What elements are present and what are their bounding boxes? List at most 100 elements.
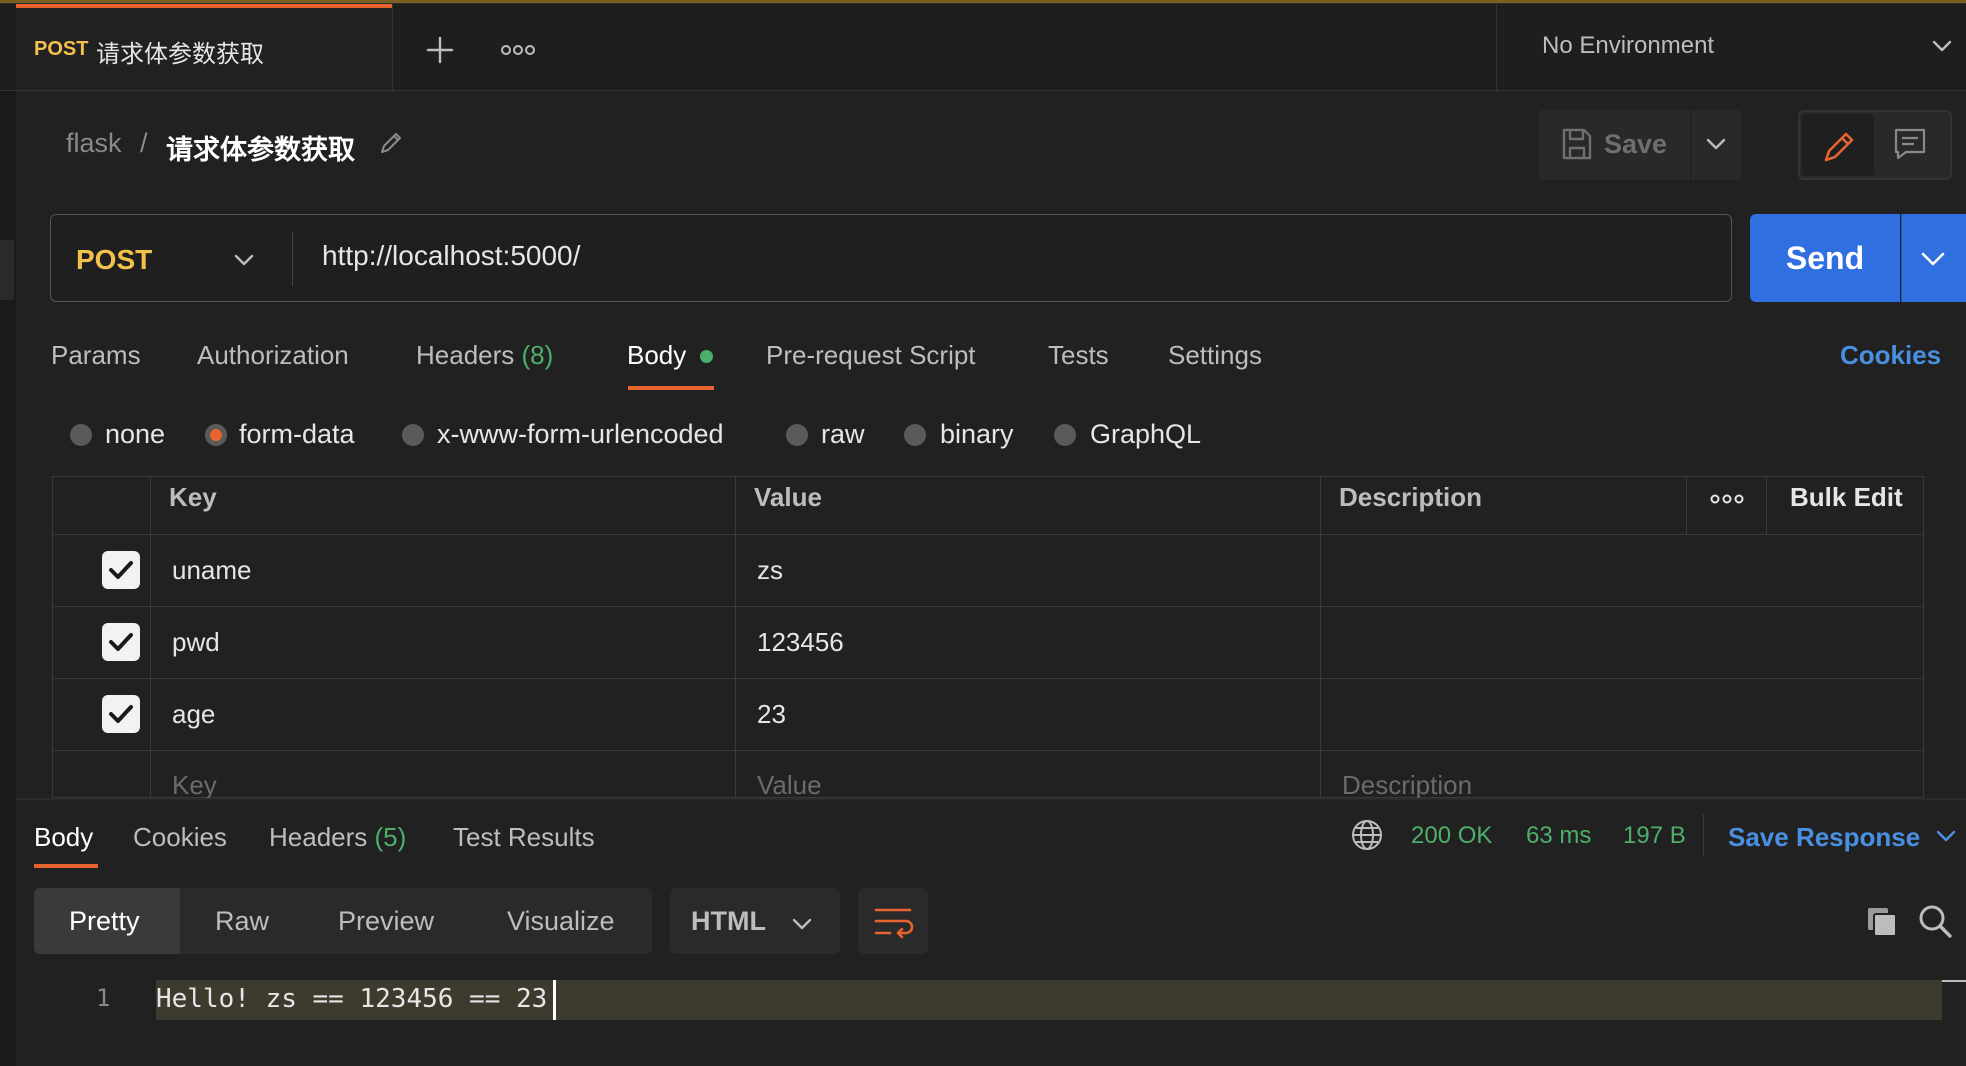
response-size[interactable]: 197 B <box>1623 822 1686 850</box>
scroll-indicator[interactable] <box>1942 980 1966 982</box>
radio-raw-label: raw <box>821 419 865 449</box>
response-tab-body[interactable]: Body <box>34 822 93 853</box>
tab-tests[interactable]: Tests <box>1048 340 1109 371</box>
row-checkbox[interactable] <box>102 551 140 589</box>
checkmark-icon <box>109 705 133 723</box>
table-col-divider <box>1686 476 1687 534</box>
radio-raw[interactable] <box>786 424 808 446</box>
radio-none[interactable] <box>70 424 92 446</box>
pencil-icon[interactable] <box>376 130 404 158</box>
edit-pencil-icon <box>1824 132 1854 162</box>
tab-authorization[interactable]: Authorization <box>197 340 349 371</box>
format-chevron-down-icon <box>790 912 814 936</box>
response-tab-test-results[interactable]: Test Results <box>453 822 595 853</box>
text-caret <box>553 980 556 1020</box>
response-pane-divider[interactable] <box>16 798 1966 800</box>
save-dropdown-chevron-icon[interactable] <box>1704 132 1728 156</box>
tab-headers-count: (8) <box>521 340 554 370</box>
radio-form-data-label: form-data <box>239 419 355 449</box>
response-time[interactable]: 63 ms <box>1526 822 1591 850</box>
url-bar <box>50 214 1732 302</box>
view-preview[interactable]: Preview <box>338 906 434 937</box>
method-select[interactable]: POST <box>76 244 152 276</box>
cookies-link[interactable]: Cookies <box>1840 340 1941 371</box>
tab-body[interactable]: Body <box>627 340 686 371</box>
send-button[interactable]: Send <box>1750 214 1900 302</box>
radio-graphql[interactable] <box>1054 424 1076 446</box>
radio-binary-label: binary <box>940 419 1014 449</box>
plus-icon <box>426 36 454 64</box>
chevron-down-icon[interactable] <box>1930 34 1954 58</box>
response-tab-cookies[interactable]: Cookies <box>133 822 227 853</box>
wrap-lines-icon <box>874 908 914 939</box>
more-horizontal-icon <box>501 45 535 55</box>
row-key[interactable]: pwd <box>172 627 220 658</box>
wrap-lines-button[interactable] <box>858 888 928 954</box>
globe-icon[interactable] <box>1350 818 1384 852</box>
response-tab-body-underline <box>34 864 98 868</box>
breadcrumb-separator: / <box>140 128 148 158</box>
view-pretty[interactable]: Pretty <box>69 906 140 937</box>
tab-params[interactable]: Params <box>51 340 141 371</box>
response-status[interactable]: 200 OK <box>1411 822 1492 850</box>
table-row-divider <box>52 534 1924 535</box>
tab-pre-request-script[interactable]: Pre-request Script <box>766 340 976 371</box>
save-split-divider <box>1690 110 1691 180</box>
edit-mode-button[interactable] <box>1802 114 1874 176</box>
row-value[interactable]: zs <box>757 555 783 586</box>
checkmark-icon <box>109 561 133 579</box>
env-divider <box>1496 4 1497 90</box>
breadcrumb-request[interactable]: 请求体参数获取 <box>166 128 355 167</box>
view-visualize[interactable]: Visualize <box>507 906 615 937</box>
copy-icon[interactable] <box>1864 904 1900 940</box>
radio-binary[interactable] <box>904 424 926 446</box>
row-checkbox[interactable] <box>102 623 140 661</box>
view-raw[interactable]: Raw <box>215 906 269 937</box>
save-response-chevron-down-icon[interactable] <box>1934 824 1958 848</box>
new-key-input[interactable]: Key <box>172 770 217 801</box>
environment-selector[interactable]: No Environment <box>1542 32 1714 60</box>
table-row-divider <box>52 606 1924 607</box>
format-select-label: HTML <box>691 906 766 936</box>
new-value-input[interactable]: Value <box>757 770 822 801</box>
method-chevron-down-icon[interactable] <box>232 248 256 272</box>
new-tab-button[interactable] <box>418 28 462 72</box>
response-tab-headers[interactable]: Headers (5) <box>269 822 406 853</box>
new-description-input[interactable]: Description <box>1342 770 1472 801</box>
breadcrumb-collection[interactable]: flask <box>66 128 122 159</box>
save-response-button[interactable]: Save Response <box>1728 822 1920 853</box>
checkmark-icon <box>109 633 133 651</box>
table-header-description: Description <box>1339 482 1483 512</box>
row-key[interactable]: uname <box>172 555 252 586</box>
tab-body-underline <box>628 386 714 390</box>
bulk-edit-button[interactable]: Bulk Edit <box>1790 482 1903 513</box>
send-options-button[interactable] <box>1901 214 1966 302</box>
table-options-button[interactable] <box>1708 484 1748 514</box>
table-col-divider <box>1766 476 1767 534</box>
method-divider <box>292 232 293 286</box>
table-row-divider <box>52 678 1924 679</box>
save-button[interactable]: Save <box>1604 129 1667 160</box>
save-icon <box>1560 126 1594 162</box>
more-horizontal-icon <box>1710 494 1744 504</box>
tab-settings[interactable]: Settings <box>1168 340 1262 371</box>
row-value[interactable]: 123456 <box>757 627 844 658</box>
response-body-text[interactable]: Hello! zs == 123456 == 23 <box>156 984 547 1014</box>
left-rail-handle[interactable] <box>0 240 14 300</box>
row-checkbox[interactable] <box>102 695 140 733</box>
status-divider <box>1703 814 1704 856</box>
window-top-accent <box>0 0 1966 3</box>
radio-urlencoded[interactable] <box>402 424 424 446</box>
left-rail <box>0 90 16 1066</box>
radio-form-data[interactable] <box>205 424 227 446</box>
tab-headers[interactable]: Headers (8) <box>416 340 553 371</box>
chevron-down-icon <box>1921 252 1945 266</box>
radio-urlencoded-label: x-www-form-urlencoded <box>437 419 724 449</box>
comment-icon[interactable] <box>1890 126 1930 162</box>
tab-options-button[interactable] <box>496 28 540 72</box>
url-input[interactable]: http://localhost:5000/ <box>322 240 580 272</box>
response-tab-headers-label: Headers <box>269 822 368 852</box>
row-key[interactable]: age <box>172 699 215 730</box>
search-icon[interactable] <box>1916 902 1954 940</box>
row-value[interactable]: 23 <box>757 699 786 730</box>
